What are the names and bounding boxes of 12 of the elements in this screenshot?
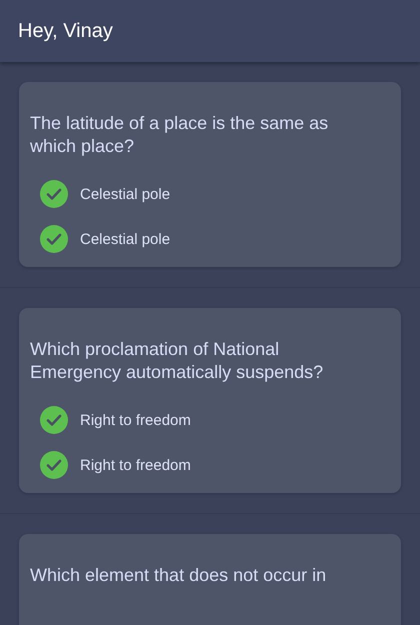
option-label: Celestial pole [80,230,170,248]
question-text: Which element that does not occur in [30,564,328,587]
app-title: Hey, Vinay [18,20,113,42]
option-label: Right to freedom [80,456,191,474]
check-circle-icon[interactable] [40,406,68,434]
check-circle-icon[interactable] [40,225,68,253]
check-circle-icon[interactable] [40,451,68,479]
option-label: Celestial pole [80,186,170,202]
option-label: Right to freedom [80,412,191,428]
question-text: Which proclamation of National Emergency automatically suspends? [30,338,324,384]
check-circle-icon[interactable] [40,180,68,208]
question-text: The latitude of a place is the same as which place? [30,112,330,158]
